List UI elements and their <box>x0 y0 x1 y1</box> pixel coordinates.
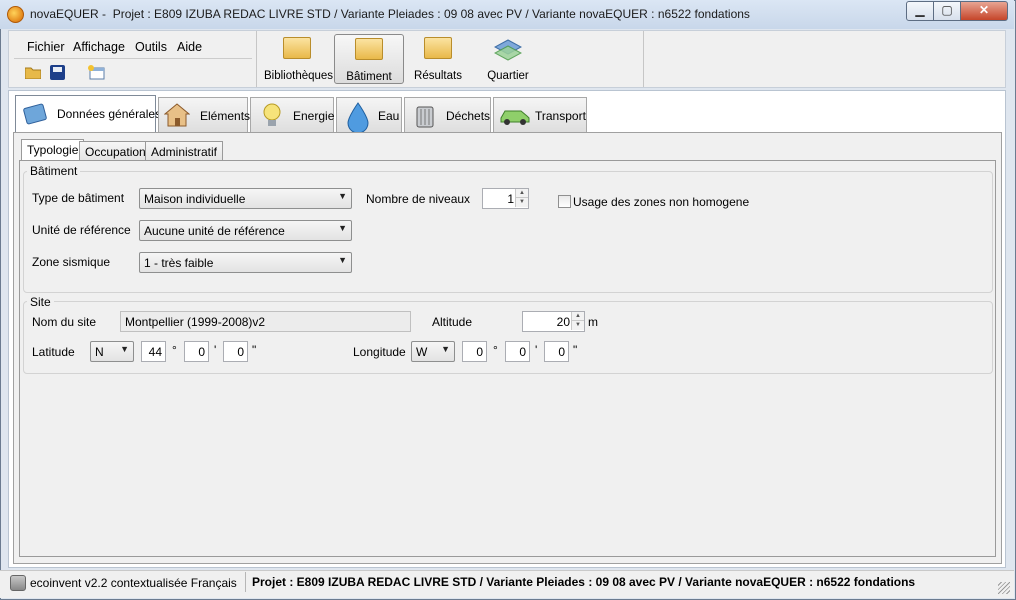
menu-outils[interactable]: Outils <box>135 40 167 54</box>
minute-symbol: ' <box>535 343 538 357</box>
batiment-button[interactable]: Bâtiment <box>334 34 404 84</box>
latitude-direction-select[interactable]: N ▼ <box>90 341 134 362</box>
trash-bin-icon <box>412 102 438 128</box>
altitude-spinbox[interactable]: 20 ▲ ▼ <box>522 311 585 332</box>
tab-transport[interactable]: Transport <box>493 97 587 132</box>
chevron-down-icon: ▼ <box>120 344 129 354</box>
latitude-direction-value: N <box>95 345 104 359</box>
unite-reference-select[interactable]: Aucune unité de référence ▼ <box>139 220 352 241</box>
car-icon <box>499 102 531 128</box>
quartier-button[interactable]: Quartier <box>478 34 538 84</box>
menu-separator <box>14 58 252 59</box>
app-logo-icon <box>7 6 24 23</box>
tab-dechets[interactable]: Déchets <box>404 97 491 132</box>
subtab-occupation[interactable]: Occupation <box>79 141 152 161</box>
water-drop-icon <box>345 102 371 134</box>
status-database: ecoinvent v2.2 contextualisée Français <box>30 576 237 590</box>
longitude-seconds-field[interactable]: 0 <box>544 341 569 362</box>
building-folder-icon <box>355 38 383 60</box>
chevron-down-icon: ▼ <box>338 223 347 233</box>
new-window-icon[interactable] <box>87 64 105 80</box>
menu-aide[interactable]: Aide <box>177 40 202 54</box>
zone-sismique-select[interactable]: 1 - très faible ▼ <box>139 252 352 273</box>
longitude-direction-select[interactable]: W ▼ <box>411 341 455 362</box>
longitude-degrees-field[interactable]: 0 <box>462 341 487 362</box>
tab-donnees-generales[interactable]: Données générales <box>15 95 161 133</box>
zone-sismique-value: 1 - très faible <box>144 256 214 270</box>
chevron-down-icon: ▼ <box>338 255 347 265</box>
unite-reference-label: Unité de référence <box>32 223 131 237</box>
library-folder-icon <box>283 37 311 59</box>
degree-symbol: ° <box>172 343 177 357</box>
latitude-minutes-field[interactable]: 0 <box>184 341 209 362</box>
tab-eau[interactable]: Eau <box>336 97 402 134</box>
longitude-label: Longitude <box>353 345 406 359</box>
usage-zones-label: Usage des zones non homogene <box>573 195 750 209</box>
bibliotheques-button[interactable]: Bibliothèques <box>264 34 333 84</box>
lightbulb-icon <box>259 102 285 128</box>
menu-fichier[interactable]: Fichier <box>27 40 65 54</box>
nombre-niveaux-value: 1 <box>507 192 514 206</box>
spin-up-icon[interactable]: ▲ <box>515 189 528 198</box>
save-icon[interactable] <box>50 65 65 80</box>
longitude-direction-value: W <box>416 345 428 359</box>
menu-affichage[interactable]: Affichage <box>73 40 125 54</box>
spin-up-icon[interactable]: ▲ <box>571 312 584 321</box>
latitude-label: Latitude <box>32 345 75 359</box>
latitude-degrees-field[interactable]: 44 <box>141 341 166 362</box>
tab-energie[interactable]: Energie <box>250 97 334 132</box>
status-separator <box>245 572 246 592</box>
altitude-label: Altitude <box>432 315 473 329</box>
close-button[interactable]: ✕ <box>960 1 1008 21</box>
database-icon <box>10 575 26 591</box>
type-batiment-value: Maison individuelle <box>144 192 246 206</box>
latitude-seconds-field[interactable]: 0 <box>223 341 248 362</box>
nombre-niveaux-label: Nombre de niveaux <box>366 192 471 206</box>
window-title-project: Projet : E809 IZUBA REDAC LIVRE STD / Va… <box>112 7 750 21</box>
zone-sismique-label: Zone sismique <box>32 255 111 269</box>
type-batiment-label: Type de bâtiment <box>32 191 125 205</box>
batiment-group-title: Bâtiment <box>27 164 81 178</box>
resultats-button[interactable]: Résultats <box>408 34 468 84</box>
altitude-unit: m <box>588 315 598 329</box>
degree-symbol: ° <box>493 343 498 357</box>
results-folder-icon <box>424 37 452 59</box>
subtab-administratif[interactable]: Administratif <box>145 141 224 161</box>
second-symbol: " <box>252 343 257 357</box>
window-title: novaEQUER - Projet : E809 IZUBA REDAC LI… <box>30 7 750 21</box>
longitude-minutes-field[interactable]: 0 <box>505 341 530 362</box>
status-project: Projet : E809 IZUBA REDAC LIVRE STD / Va… <box>252 575 916 589</box>
resize-grip[interactable] <box>998 582 1010 594</box>
altitude-value: 20 <box>556 315 570 329</box>
house-icon <box>163 102 191 128</box>
nombre-niveaux-spinbox[interactable]: 1 ▲ ▼ <box>482 188 529 209</box>
open-folder-icon[interactable] <box>24 65 42 80</box>
second-symbol: " <box>573 343 578 357</box>
quartier-icon <box>493 38 523 65</box>
unite-reference-value: Aucune unité de référence <box>144 224 285 238</box>
spin-down-icon[interactable]: ▼ <box>571 321 584 330</box>
site-group-title: Site <box>27 295 54 309</box>
chevron-down-icon: ▼ <box>338 191 347 201</box>
maximize-button[interactable]: ▢ <box>933 1 961 21</box>
app-name: novaEQUER - <box>30 7 107 21</box>
subtab-typologie[interactable]: Typologie <box>21 139 85 162</box>
chevron-down-icon: ▼ <box>441 344 450 354</box>
usage-zones-checkbox[interactable] <box>558 195 571 208</box>
general-data-icon <box>22 100 48 126</box>
minimize-button[interactable]: ▁ <box>906 1 934 21</box>
spin-down-icon[interactable]: ▼ <box>515 198 528 207</box>
tab-elements[interactable]: Eléments <box>158 97 250 132</box>
nom-site-label: Nom du site <box>32 315 97 329</box>
type-batiment-select[interactable]: Maison individuelle ▼ <box>139 188 352 209</box>
nom-site-field: Montpellier (1999-2008)v2 <box>120 311 411 332</box>
minute-symbol: ' <box>214 343 217 357</box>
